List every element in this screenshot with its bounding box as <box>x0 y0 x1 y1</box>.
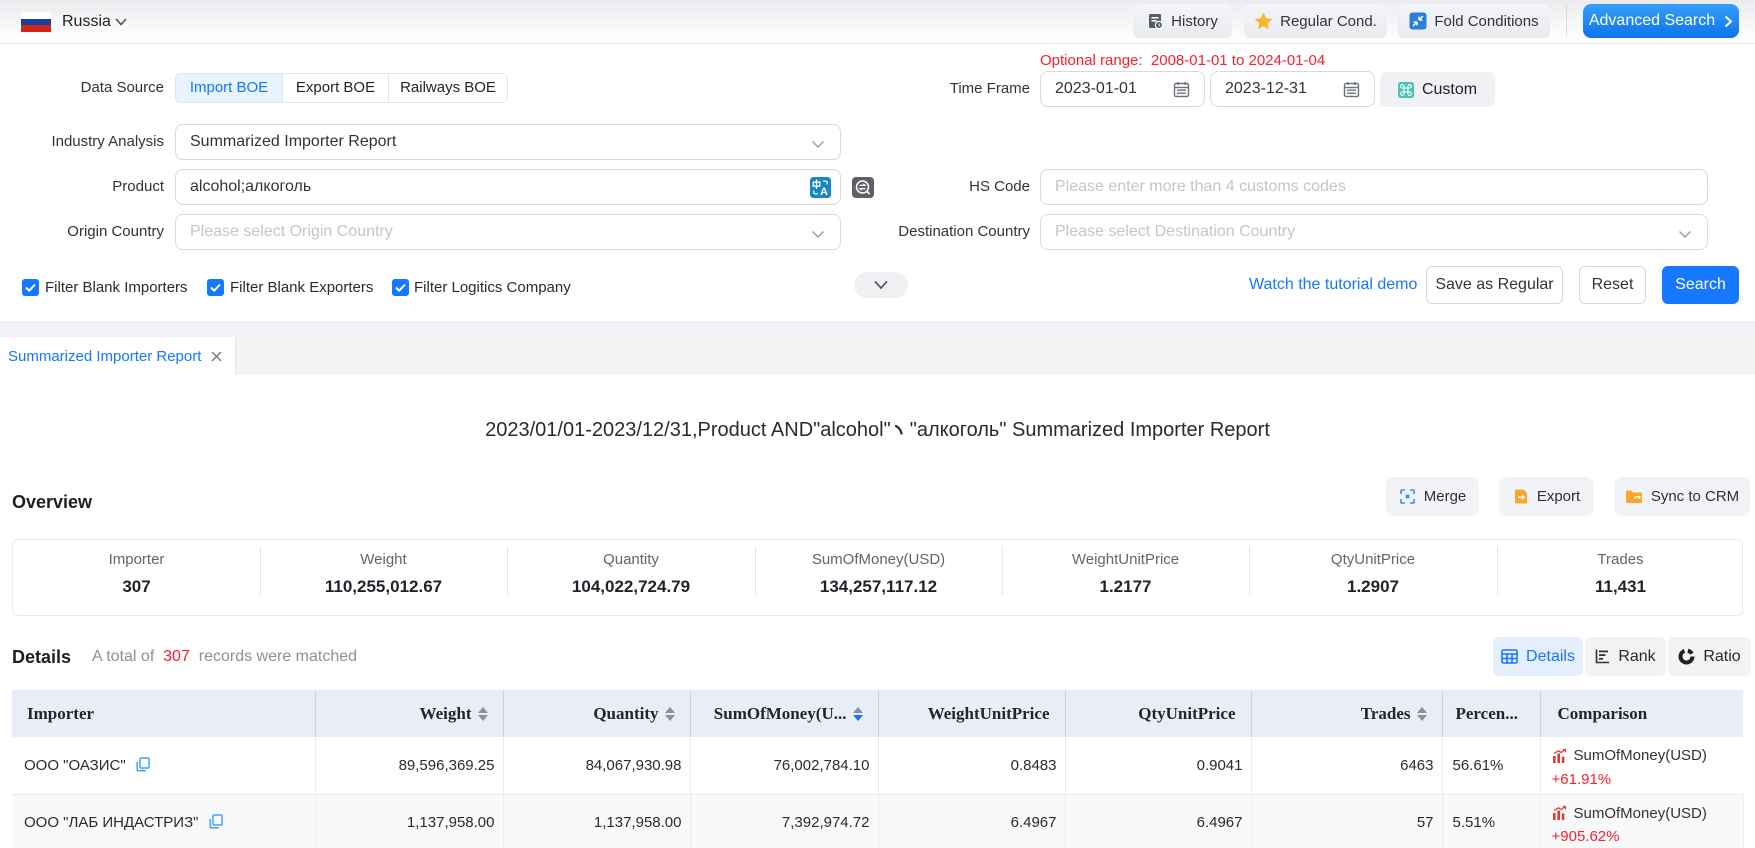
svg-text:A: A <box>820 186 828 198</box>
